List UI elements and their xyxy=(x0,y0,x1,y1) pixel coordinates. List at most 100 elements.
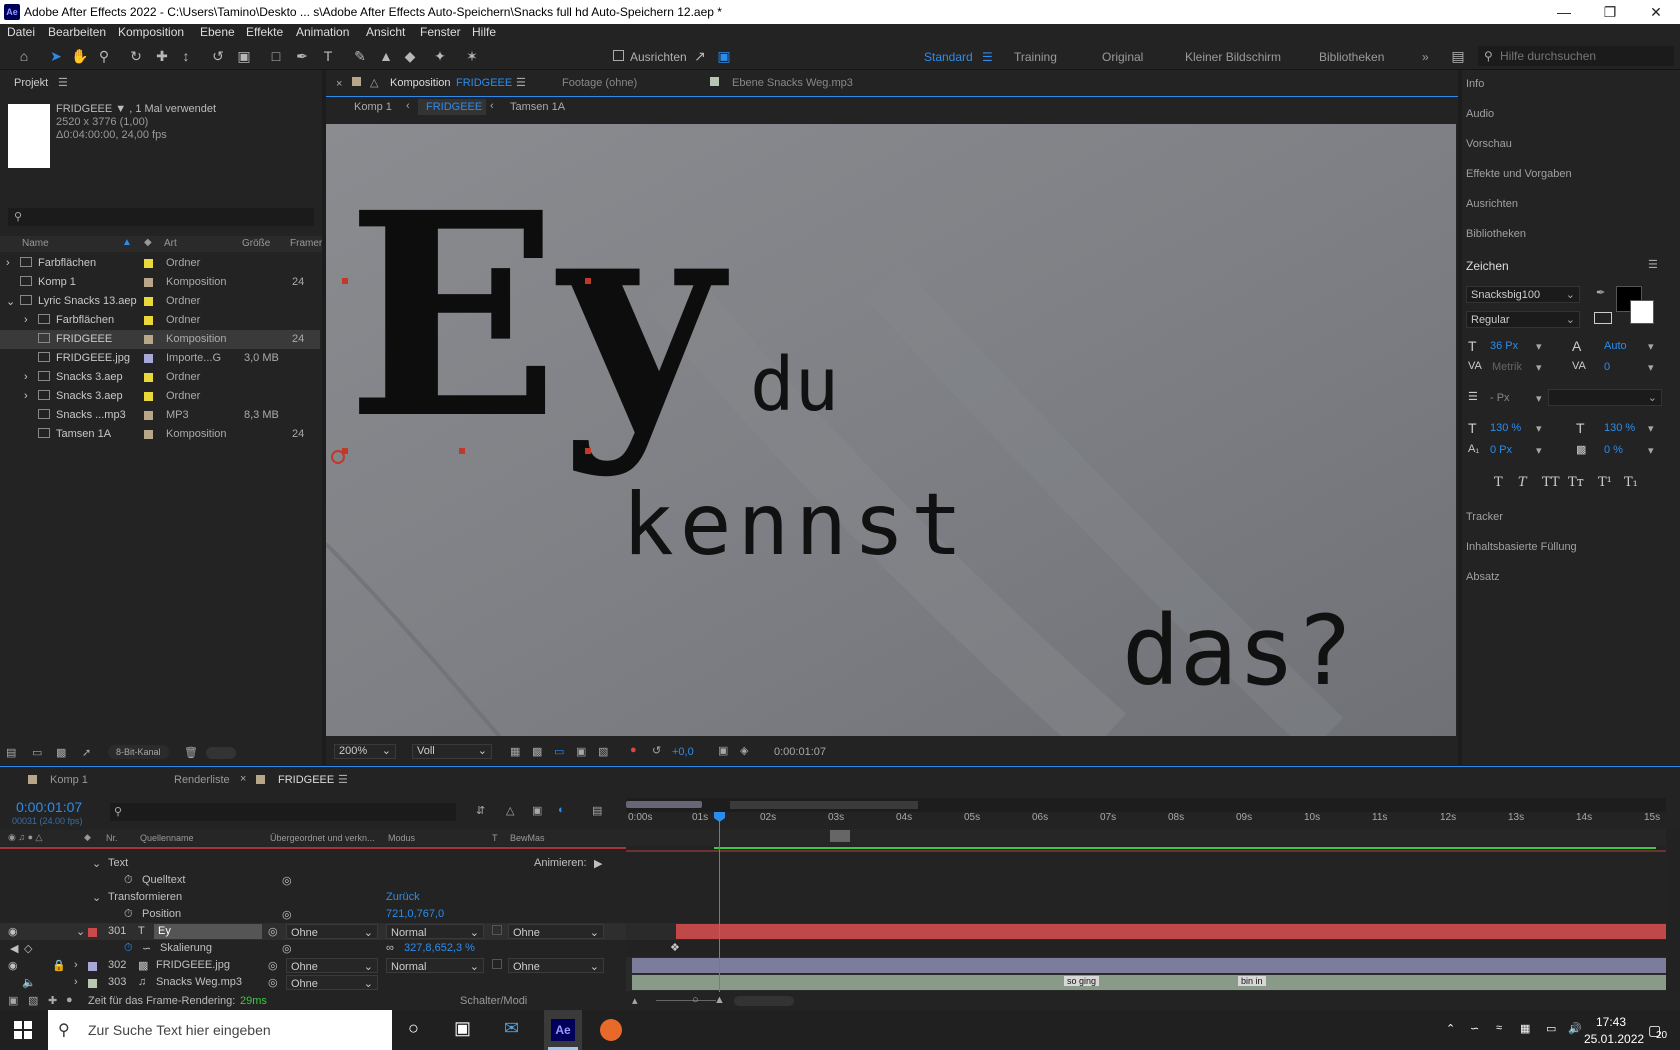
mode-select[interactable]: Normal ⌄ xyxy=(386,958,484,973)
item-label-swatch[interactable] xyxy=(144,335,153,344)
expand-arrow-icon[interactable]: › xyxy=(24,390,28,402)
tray-app-icon[interactable]: ∽ xyxy=(1470,1022,1479,1035)
kerning-value[interactable]: Metrik xyxy=(1492,361,1522,373)
layer-switches-icon[interactable]: ▣ xyxy=(8,994,18,1007)
character-panel-menu-icon[interactable]: ☰ xyxy=(1648,258,1658,271)
tsume-value[interactable]: 0 % xyxy=(1604,444,1623,456)
exposure-value[interactable]: +0,0 xyxy=(672,746,694,758)
menu-effekte[interactable]: Effekte xyxy=(246,25,283,39)
text-tool-icon[interactable]: T xyxy=(318,47,338,65)
hand-tool-icon[interactable]: ✋ xyxy=(70,47,90,65)
stopwatch-icon[interactable]: ⏱ xyxy=(124,908,133,921)
subscript-button[interactable]: T₁ xyxy=(1624,475,1638,490)
tray-chevron-icon[interactable]: ⌃ xyxy=(1446,1022,1455,1035)
track-matte-select[interactable]: Ohne ⌄ xyxy=(508,924,604,939)
col-trkmat[interactable]: BewMas xyxy=(510,833,545,843)
thumbnail-toggle[interactable] xyxy=(206,747,236,759)
prev-keyframe-icon[interactable]: ◀ xyxy=(10,942,18,955)
track-matte-select[interactable]: Ohne ⌄ xyxy=(508,958,604,973)
timeline-vertical-scrollbar[interactable] xyxy=(1666,829,1680,992)
rectangle-tool-icon[interactable]: □ xyxy=(266,47,286,65)
expand-arrow-icon[interactable]: ⌄ xyxy=(92,857,101,870)
breadcrumb-komp1[interactable]: Komp 1 xyxy=(354,101,392,113)
col-framerate[interactable]: Framer xyxy=(290,238,322,249)
comment-marker[interactable] xyxy=(830,830,850,842)
taskbar-search[interactable]: ⚲ Zur Suche Text hier eingeben xyxy=(48,1010,392,1050)
horizontal-scale-value[interactable]: 130 % xyxy=(1604,422,1635,434)
visibility-eye-icon[interactable]: ◉ xyxy=(8,959,18,972)
parent-select[interactable]: Ohne ⌄ xyxy=(286,975,378,990)
panel-effekte-und-vorgaben[interactable]: Effekte und Vorgaben xyxy=(1466,168,1572,180)
snap-target-icon[interactable]: ▣ xyxy=(714,47,734,65)
composition-viewer[interactable]: Ey du kennst das? xyxy=(326,124,1456,736)
character-panel-title[interactable]: Zeichen xyxy=(1466,259,1509,273)
menu-ansicht[interactable]: Ansicht xyxy=(366,25,405,39)
constrain-proportions-icon[interactable]: ∞ xyxy=(386,942,394,954)
marker-bin-in[interactable]: bin in xyxy=(1238,976,1266,986)
eraser-tool-icon[interactable]: ◆ xyxy=(400,47,420,65)
tracking-dropdown-icon[interactable]: ▾ xyxy=(1648,361,1654,374)
sort-ascending-icon[interactable]: ▲ xyxy=(122,237,132,248)
preserve-transparency-checkbox[interactable] xyxy=(492,959,502,969)
timeline-search[interactable]: ⚲ xyxy=(110,803,456,821)
project-item[interactable]: FRIDGEEE.jpg Importe...G 3,0 MB xyxy=(0,349,320,368)
project-item[interactable]: ⌄ Lyric Snacks 13.aep Ordner xyxy=(0,292,320,311)
expand-arrow-icon[interactable]: › xyxy=(24,371,28,383)
work-area-bar[interactable] xyxy=(626,798,1666,812)
menu-ebene[interactable]: Ebene xyxy=(200,25,235,39)
animate-label[interactable]: Animieren: xyxy=(534,857,587,869)
col-nr[interactable]: Nr. xyxy=(106,833,118,843)
render-time-icon[interactable]: ● xyxy=(66,994,73,1006)
breadcrumb-tamsen[interactable]: Tamsen 1A xyxy=(510,101,565,113)
item-label-swatch[interactable] xyxy=(144,430,153,439)
project-panel-title[interactable]: Projekt xyxy=(14,77,48,89)
panel-ausrichten[interactable]: Ausrichten xyxy=(1466,198,1518,210)
time-navigator[interactable] xyxy=(730,801,918,809)
workspace-menu-icon[interactable]: ☰ xyxy=(982,50,993,64)
layer-handle[interactable] xyxy=(585,278,591,284)
tray-status-icon[interactable]: ▦ xyxy=(1520,1022,1530,1035)
leading-dropdown-icon[interactable]: ▾ xyxy=(1648,340,1654,353)
maximize-button[interactable]: ❐ xyxy=(1590,2,1630,22)
project-item[interactable]: Tamsen 1A Komposition 24 xyxy=(0,425,320,444)
project-item[interactable]: Komp 1 Komposition 24 xyxy=(0,273,320,292)
comp-tab-menu-icon[interactable]: ☰ xyxy=(516,76,526,89)
close-tab-icon[interactable]: × xyxy=(336,78,342,90)
item-label-swatch[interactable] xyxy=(144,297,153,306)
item-label-swatch[interactable] xyxy=(144,316,153,325)
transfer-controls-icon[interactable]: ▧ xyxy=(28,994,38,1007)
clock-time[interactable]: 17:43 xyxy=(1596,1015,1626,1029)
panel-inhaltsbasierte-füllung[interactable]: Inhaltsbasierte Füllung xyxy=(1466,541,1577,553)
expand-arrow-icon[interactable]: ⌄ xyxy=(6,295,15,308)
font-style-select[interactable]: Regular ⌄ xyxy=(1466,311,1580,328)
baseline-dropdown-icon[interactable]: ▾ xyxy=(1536,444,1542,457)
layer-name[interactable]: Snacks Weg.mp3 xyxy=(156,976,242,988)
graph-editor-icon[interactable]: ▤ xyxy=(592,804,602,817)
trash-icon[interactable]: 🗑 xyxy=(184,746,198,759)
all-caps-button[interactable]: TT xyxy=(1542,475,1560,490)
item-label-swatch[interactable] xyxy=(144,259,153,268)
tab-menu-icon[interactable]: ☰ xyxy=(338,773,348,786)
workspace-standard[interactable]: Standard xyxy=(924,50,973,64)
comp-mini-flowchart-icon[interactable]: ⇵ xyxy=(476,804,485,817)
project-item[interactable]: › Farbflächen Ordner xyxy=(0,311,320,330)
add-keyframe-icon[interactable]: ◇ xyxy=(24,942,32,955)
audio-speaker-icon[interactable]: 🔈 xyxy=(22,976,36,989)
faux-italic-button[interactable]: T xyxy=(1518,475,1527,490)
marker-so-ging[interactable]: so ging xyxy=(1064,976,1100,986)
col-parent[interactable]: Übergeordnet und verkn... xyxy=(270,833,375,843)
font-size-value[interactable]: 36 Px xyxy=(1490,340,1518,352)
project-item[interactable]: › Snacks 3.aep Ordner xyxy=(0,387,320,406)
panel-absatz[interactable]: Absatz xyxy=(1466,571,1500,583)
prop-position-label[interactable]: Position xyxy=(142,908,181,920)
menu-animation[interactable]: Animation xyxy=(296,25,349,39)
vertical-scale-value[interactable]: 130 % xyxy=(1490,422,1521,434)
lock-icon[interactable]: △ xyxy=(370,76,378,89)
minimize-button[interactable]: — xyxy=(1544,2,1584,22)
zoom-select[interactable]: 200% ⌄ xyxy=(334,744,396,759)
layer-row-303[interactable]: 🔈 › 303 ♫ Snacks Weg.mp3 ◎ Ohne ⌄ xyxy=(0,974,626,991)
expand-arrow-icon[interactable]: › xyxy=(74,959,78,971)
fast-preview-icon[interactable]: ▦ xyxy=(510,745,520,758)
layer-tab[interactable]: Ebene Snacks Weg.mp3 xyxy=(732,77,853,89)
col-source-name[interactable]: Quellenname xyxy=(140,833,194,843)
